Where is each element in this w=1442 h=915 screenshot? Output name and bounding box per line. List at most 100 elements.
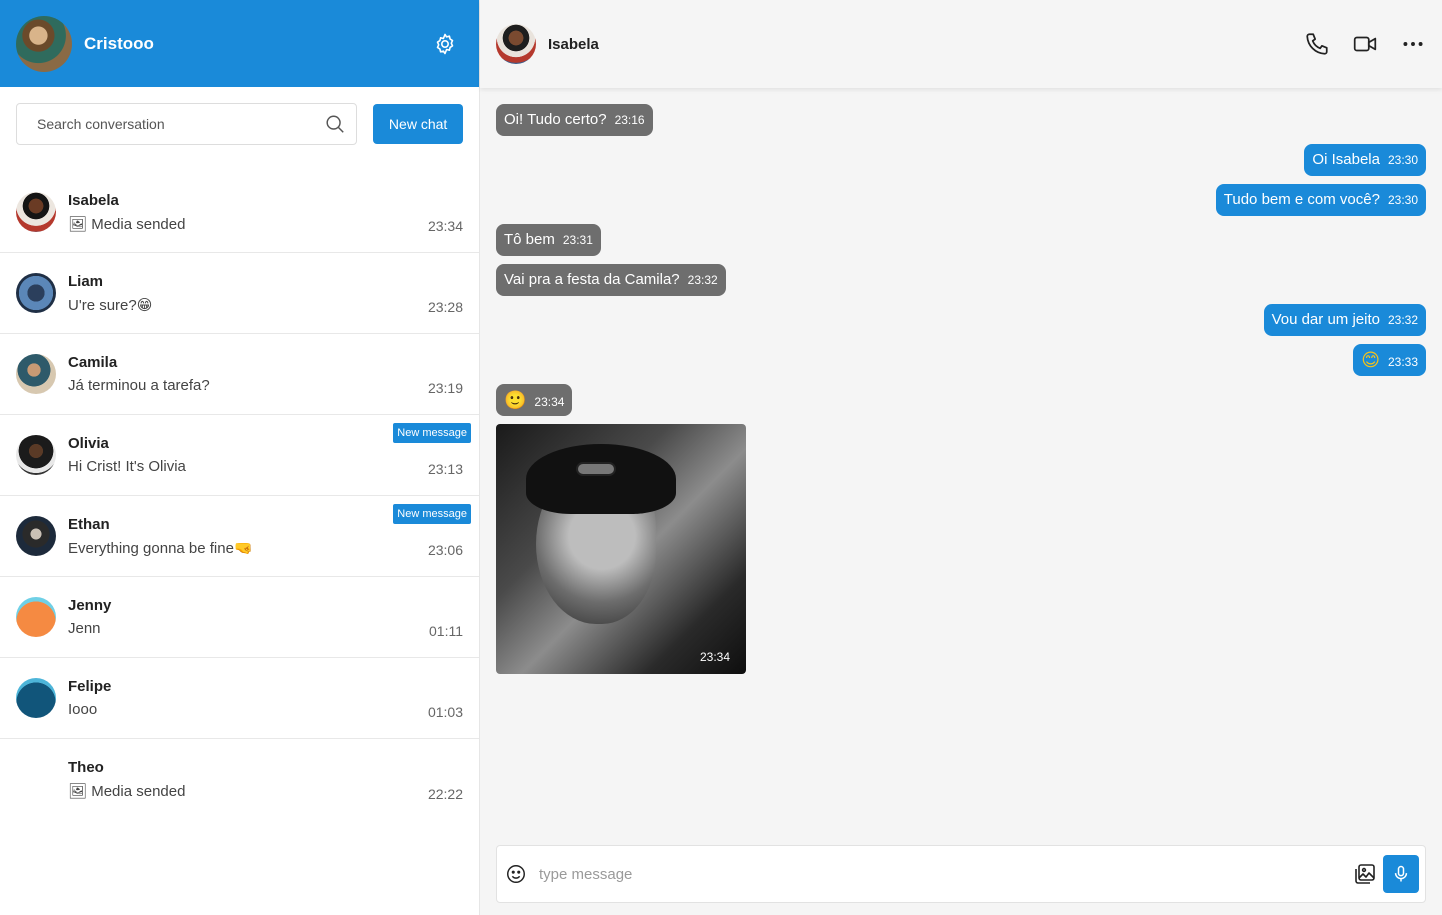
conversation-body: Isabela 🖼 Media sended [68, 192, 463, 233]
photo-goggles [576, 462, 616, 476]
phone-icon[interactable] [1304, 31, 1330, 57]
conversation-item[interactable]: Theo 🖼 Media sended 22:22 [0, 739, 479, 820]
conversation-item[interactable]: Camila Já terminou a tarefa? 23:19 [0, 334, 479, 415]
emoji-icon[interactable] [505, 863, 527, 885]
message-text: Oi! Tudo certo? [504, 111, 607, 128]
message-bubble[interactable]: Oi Isabela 23:30 [1304, 144, 1426, 176]
message-row: Vou dar um jeito 23:32 [496, 304, 1426, 336]
message-row: Tô bem 23:31 [496, 224, 1426, 256]
new-message-badge: New message [393, 423, 471, 443]
conversation-body: Jenny Jenn [68, 597, 463, 637]
avatar [16, 678, 56, 718]
message-time: 23:34 [534, 395, 565, 409]
more-icon[interactable] [1400, 31, 1426, 57]
new-chat-button[interactable]: New chat [373, 104, 463, 144]
message-row: Oi Isabela 23:30 [496, 144, 1426, 176]
conversation-item[interactable]: New message Olivia Hi Crist! It's Olivia… [0, 415, 479, 496]
message-time: 23:32 [1387, 313, 1418, 327]
message-bubble[interactable]: Vou dar um jeito 23:32 [1263, 304, 1426, 336]
app: Cristooo New chat Isabela 🖼 Media sended [0, 0, 1442, 915]
message-row: 23:34 [496, 424, 1426, 674]
avatar [16, 273, 56, 313]
message-input[interactable] [539, 865, 1353, 883]
conversation-body: Theo 🖼 Media sended [68, 759, 463, 800]
message-bubble[interactable]: 🙂 23:34 [496, 384, 573, 416]
conversation-name: Theo [68, 759, 104, 776]
image-message[interactable]: 23:34 [496, 424, 746, 674]
conversation-last-message: 🖼 Media sended [68, 783, 186, 800]
message-composer [496, 845, 1426, 903]
message-bubble[interactable]: Vai pra a festa da Camila? 23:32 [496, 264, 726, 296]
contact-name: Isabela [548, 35, 599, 53]
gear-icon[interactable] [433, 32, 457, 56]
conversation-name: Isabela [68, 191, 119, 209]
conversation-last-message: Hi Crist! It's Olivia [68, 458, 186, 475]
conversation-time: 23:28 [427, 299, 463, 315]
avatar[interactable] [496, 24, 536, 64]
message-bubble[interactable]: Oi! Tudo certo? 23:16 [496, 104, 653, 136]
conversation-name: Felipe [68, 678, 112, 695]
conversation-time: 22:22 [427, 786, 463, 802]
conversation-item[interactable]: Felipe Iooo 01:03 [0, 658, 479, 739]
conversation-body: Camila Já terminou a tarefa? [68, 354, 463, 394]
video-icon[interactable] [1352, 31, 1378, 57]
mic-icon [1394, 865, 1408, 882]
conversation-time: 23:13 [427, 461, 463, 477]
message-text: Vou dar um jeito [1271, 311, 1380, 328]
chat-header: Isabela [480, 0, 1442, 88]
search-input[interactable] [37, 116, 325, 132]
conversation-list: Isabela 🖼 Media sended 23:34 Liam U're s… [0, 172, 479, 820]
message-row: 😊 23:33 [496, 344, 1426, 376]
avatar [16, 760, 56, 800]
conversation-item[interactable]: Liam U're sure?😁 23:28 [0, 253, 479, 334]
message-time: 23:31 [562, 233, 593, 247]
avatar[interactable] [16, 15, 72, 72]
emoji-message: 😊 [1361, 350, 1380, 370]
avatar [16, 192, 56, 232]
conversation-name: Camila [68, 354, 118, 371]
avatar [16, 435, 56, 475]
conversation-last-message: Iooo [68, 701, 98, 718]
conversation-time: 01:11 [429, 623, 463, 639]
search-icon[interactable] [324, 113, 346, 135]
conversation-item[interactable]: Jenny Jenn 01:11 [0, 577, 479, 658]
emoji-message: 🙂 [504, 390, 527, 410]
conversation-name: Liam [68, 272, 104, 290]
conversation-last-message: 🖼 Media sended [68, 215, 186, 233]
photo-swim-cap [526, 444, 676, 514]
conversation-item[interactable]: Isabela 🖼 Media sended 23:34 [0, 172, 479, 253]
message-bubble[interactable]: Tudo bem e com você? 23:30 [1215, 184, 1426, 216]
message-time: 23:30 [1387, 193, 1418, 207]
message-row: Tudo bem e com você? 23:30 [496, 184, 1426, 216]
conversation-time: 23:34 [427, 218, 463, 234]
message-text: Tô bem [504, 231, 555, 248]
search-box [16, 103, 358, 145]
new-message-badge: New message [393, 504, 471, 524]
conversation-time: 23:06 [427, 542, 463, 558]
sidebar: Cristooo New chat Isabela 🖼 Media sended [0, 0, 480, 915]
message-bubble[interactable]: 😊 23:33 [1353, 344, 1426, 376]
conversation-body: Felipe Iooo [68, 678, 463, 718]
message-time: 23:34 [699, 650, 730, 664]
conversation-last-message: Já terminou a tarefa? [68, 377, 210, 394]
conversation-last-message: Everything gonna be fine🤜 [68, 539, 253, 557]
message-row: 🙂 23:34 [496, 384, 1426, 416]
mic-button[interactable] [1383, 855, 1419, 893]
conversation-last-message: U're sure?😁 [68, 296, 153, 314]
search-row: New chat [0, 87, 479, 145]
gallery-icon[interactable] [1353, 862, 1377, 886]
chat-panel: Isabela Oi! Tudo certo? 23:16 Oi Isabela [480, 0, 1442, 915]
conversation-body: Liam U're sure?😁 [68, 273, 463, 314]
message-text: Oi Isabela [1312, 151, 1380, 168]
message-time: 23:33 [1387, 355, 1418, 369]
message-text: Tudo bem e com você? [1223, 191, 1380, 208]
avatar [16, 516, 56, 556]
message-row: Oi! Tudo certo? 23:16 [496, 104, 1426, 136]
conversation-name: Jenny [68, 597, 112, 614]
message-time: 23:16 [614, 113, 645, 127]
message-list: Oi! Tudo certo? 23:16 Oi Isabela 23:30 T… [480, 88, 1442, 835]
message-bubble[interactable]: Tô bem 23:31 [496, 224, 601, 256]
user-name: Cristooo [84, 33, 154, 53]
avatar [16, 597, 56, 637]
conversation-item[interactable]: New message Ethan Everything gonna be fi… [0, 496, 479, 577]
